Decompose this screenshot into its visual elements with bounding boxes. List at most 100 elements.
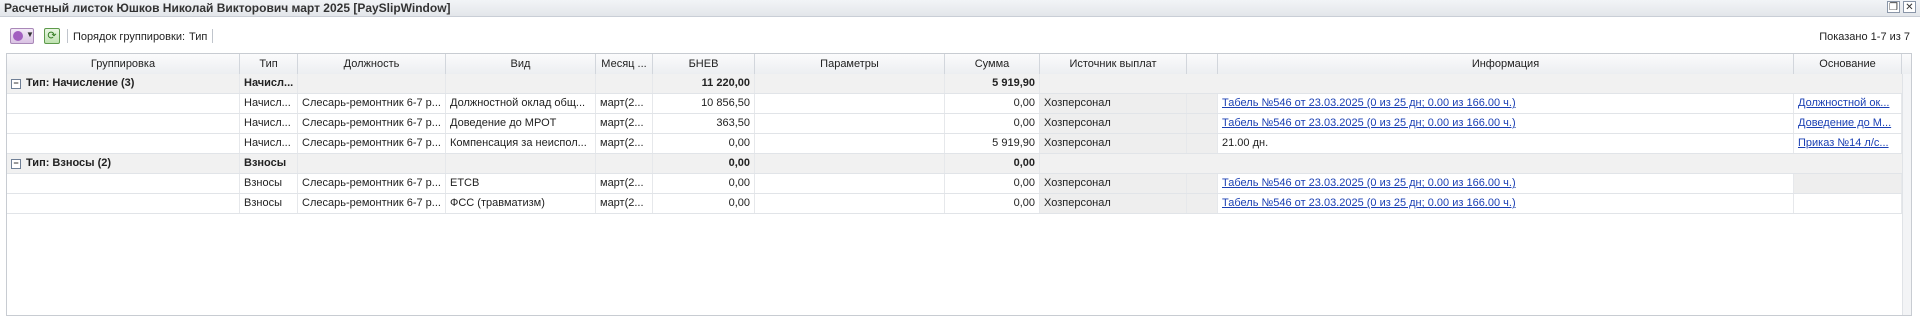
col-header-parameters[interactable]: Параметры — [755, 54, 945, 74]
position-cell: Слесарь-ремонтник 6-7 р... — [298, 114, 446, 133]
group-amount-total: 5 919,90 — [945, 74, 1040, 93]
group-label: Тип: Взносы (2) — [26, 157, 112, 169]
toolbar-separator — [212, 29, 213, 43]
amount-cell: 0,00 — [945, 94, 1040, 113]
payslip-grid: Группировка Тип Должность Вид Месяц ... … — [6, 53, 1912, 316]
amount-cell: 0,00 — [945, 114, 1040, 133]
params-cell — [755, 134, 945, 153]
month-cell: март(2... — [596, 174, 653, 193]
group-row[interactable]: − Тип: Взносы (2) Взносы 0,00 0,00 — [7, 154, 1911, 174]
col-header-kind[interactable]: Вид — [446, 54, 596, 74]
type-cell: Начисл... — [240, 94, 298, 113]
group-bnev-total: 11 220,00 — [653, 74, 755, 93]
table-row[interactable]: Начисл... Слесарь-ремонтник 6-7 р... Ком… — [7, 134, 1911, 154]
amount-cell: 5 919,90 — [945, 134, 1040, 153]
vertical-scrollbar[interactable] — [1902, 74, 1911, 315]
table-row[interactable]: Взносы Слесарь-ремонтник 6-7 р... ФСС (т… — [7, 194, 1911, 214]
col-header-basis[interactable]: Основание — [1794, 54, 1902, 74]
col-header-amount[interactable]: Сумма — [945, 54, 1040, 74]
group-position-cell — [298, 74, 446, 93]
source-cell: Хозперсонал — [1040, 134, 1187, 153]
col-header-month[interactable]: Месяц ... — [596, 54, 653, 74]
collapse-group-icon[interactable]: − — [11, 79, 21, 89]
group-month-cell — [596, 154, 653, 173]
grouping-order-label: Порядок группировки: — [73, 31, 186, 43]
info-link[interactable]: Табель №546 от 23.03.2025 (0 из 25 дн; 0… — [1222, 117, 1516, 129]
restore-window-icon[interactable]: ❐ — [1887, 1, 1900, 13]
actions-menu-button[interactable]: ▼ — [10, 28, 34, 44]
group-row[interactable]: − Тип: Начисление (3) Начисл... 11 220,00… — [7, 74, 1911, 94]
basis-cell — [1794, 194, 1902, 213]
group-amount-total: 0,00 — [945, 154, 1040, 173]
info-link[interactable]: Табель №546 от 23.03.2025 (0 из 25 дн; 0… — [1222, 197, 1516, 209]
basis-cell: Доведение до М... — [1794, 114, 1902, 133]
info-cell: Табель №546 от 23.03.2025 (0 из 25 дн; 0… — [1218, 94, 1794, 113]
basis-link[interactable]: Должностной ок... — [1798, 97, 1889, 109]
source-cell: Хозперсонал — [1040, 194, 1187, 213]
kind-cell: Доведение до МРОТ — [446, 114, 596, 133]
info-link[interactable]: Табель №546 от 23.03.2025 (0 из 25 дн; 0… — [1222, 177, 1516, 189]
close-window-icon[interactable]: ✕ — [1903, 1, 1916, 13]
source-cell: Хозперсонал — [1040, 174, 1187, 193]
col-header-position[interactable]: Должность — [298, 54, 446, 74]
group-type-cell: Начисл... — [240, 74, 298, 93]
actions-menu-icon — [13, 31, 23, 41]
source-cell: Хозперсонал — [1040, 114, 1187, 133]
kind-cell: Должностной оклад общ... — [446, 94, 596, 113]
grouping-order-value[interactable]: Тип — [189, 31, 207, 43]
position-cell: Слесарь-ремонтник 6-7 р... — [298, 174, 446, 193]
col-header-grouping[interactable]: Группировка — [7, 54, 240, 74]
grouping-cell — [7, 94, 240, 113]
info-link[interactable]: Табель №546 от 23.03.2025 (0 из 25 дн; 0… — [1222, 97, 1516, 109]
group-bnev-total: 0,00 — [653, 154, 755, 173]
position-cell: Слесарь-ремонтник 6-7 р... — [298, 134, 446, 153]
bnev-cell: 0,00 — [653, 194, 755, 213]
bnev-cell: 363,50 — [653, 114, 755, 133]
type-cell: Начисл... — [240, 134, 298, 153]
basis-cell: Должностной ок... — [1794, 94, 1902, 113]
chevron-down-icon: ▼ — [26, 30, 34, 39]
amount-cell: 0,00 — [945, 174, 1040, 193]
group-kind-cell — [446, 154, 596, 173]
month-cell: март(2... — [596, 94, 653, 113]
table-row[interactable]: Начисл... Слесарь-ремонтник 6-7 р... Дов… — [7, 114, 1911, 134]
basis-link[interactable]: Приказ №14 л/с... — [1798, 137, 1889, 149]
basis-link[interactable]: Доведение до М... — [1798, 117, 1891, 129]
refresh-icon: ⟳ — [47, 30, 57, 42]
blank-cell — [1187, 94, 1218, 113]
type-cell: Начисл... — [240, 114, 298, 133]
kind-cell: ФСС (травматизм) — [446, 194, 596, 213]
table-row[interactable]: Взносы Слесарь-ремонтник 6-7 р... ЕТСВ м… — [7, 174, 1911, 194]
grouping-cell — [7, 194, 240, 213]
source-cell: Хозперсонал — [1040, 94, 1187, 113]
table-row[interactable]: Начисл... Слесарь-ремонтник 6-7 р... Дол… — [7, 94, 1911, 114]
params-cell — [755, 114, 945, 133]
col-header-information[interactable]: Информация — [1218, 54, 1794, 74]
kind-cell: Компенсация за неиспол... — [446, 134, 596, 153]
group-month-cell — [596, 74, 653, 93]
bnev-cell: 10 856,50 — [653, 94, 755, 113]
col-header-bnev[interactable]: БНЕВ — [653, 54, 755, 74]
group-kind-cell — [446, 74, 596, 93]
type-cell: Взносы — [240, 174, 298, 193]
info-cell: 21.00 дн. — [1218, 134, 1794, 153]
records-shown-label: Показано 1-7 из 7 — [1819, 31, 1910, 43]
group-label: Тип: Начисление (3) — [26, 77, 135, 89]
group-position-cell — [298, 154, 446, 173]
basis-cell — [1794, 174, 1902, 193]
month-cell: март(2... — [596, 134, 653, 153]
collapse-group-icon[interactable]: − — [11, 159, 21, 169]
col-header-blank[interactable] — [1187, 54, 1218, 74]
group-params-cell — [755, 154, 945, 173]
refresh-button[interactable]: ⟳ — [44, 28, 60, 44]
window-title: Расчетный листок Юшков Николай Викторови… — [4, 1, 451, 15]
col-header-source[interactable]: Источник выплат — [1040, 54, 1187, 74]
type-cell: Взносы — [240, 194, 298, 213]
month-cell: март(2... — [596, 114, 653, 133]
col-header-type[interactable]: Тип — [240, 54, 298, 74]
bnev-cell: 0,00 — [653, 174, 755, 193]
amount-cell: 0,00 — [945, 194, 1040, 213]
window-titlebar: Расчетный листок Юшков Николай Викторови… — [0, 0, 1920, 17]
grid-toolbar: ▼ ⟳ Порядок группировки: Тип Показано 1-… — [6, 26, 1912, 48]
grid-header: Группировка Тип Должность Вид Месяц ... … — [7, 54, 1911, 75]
